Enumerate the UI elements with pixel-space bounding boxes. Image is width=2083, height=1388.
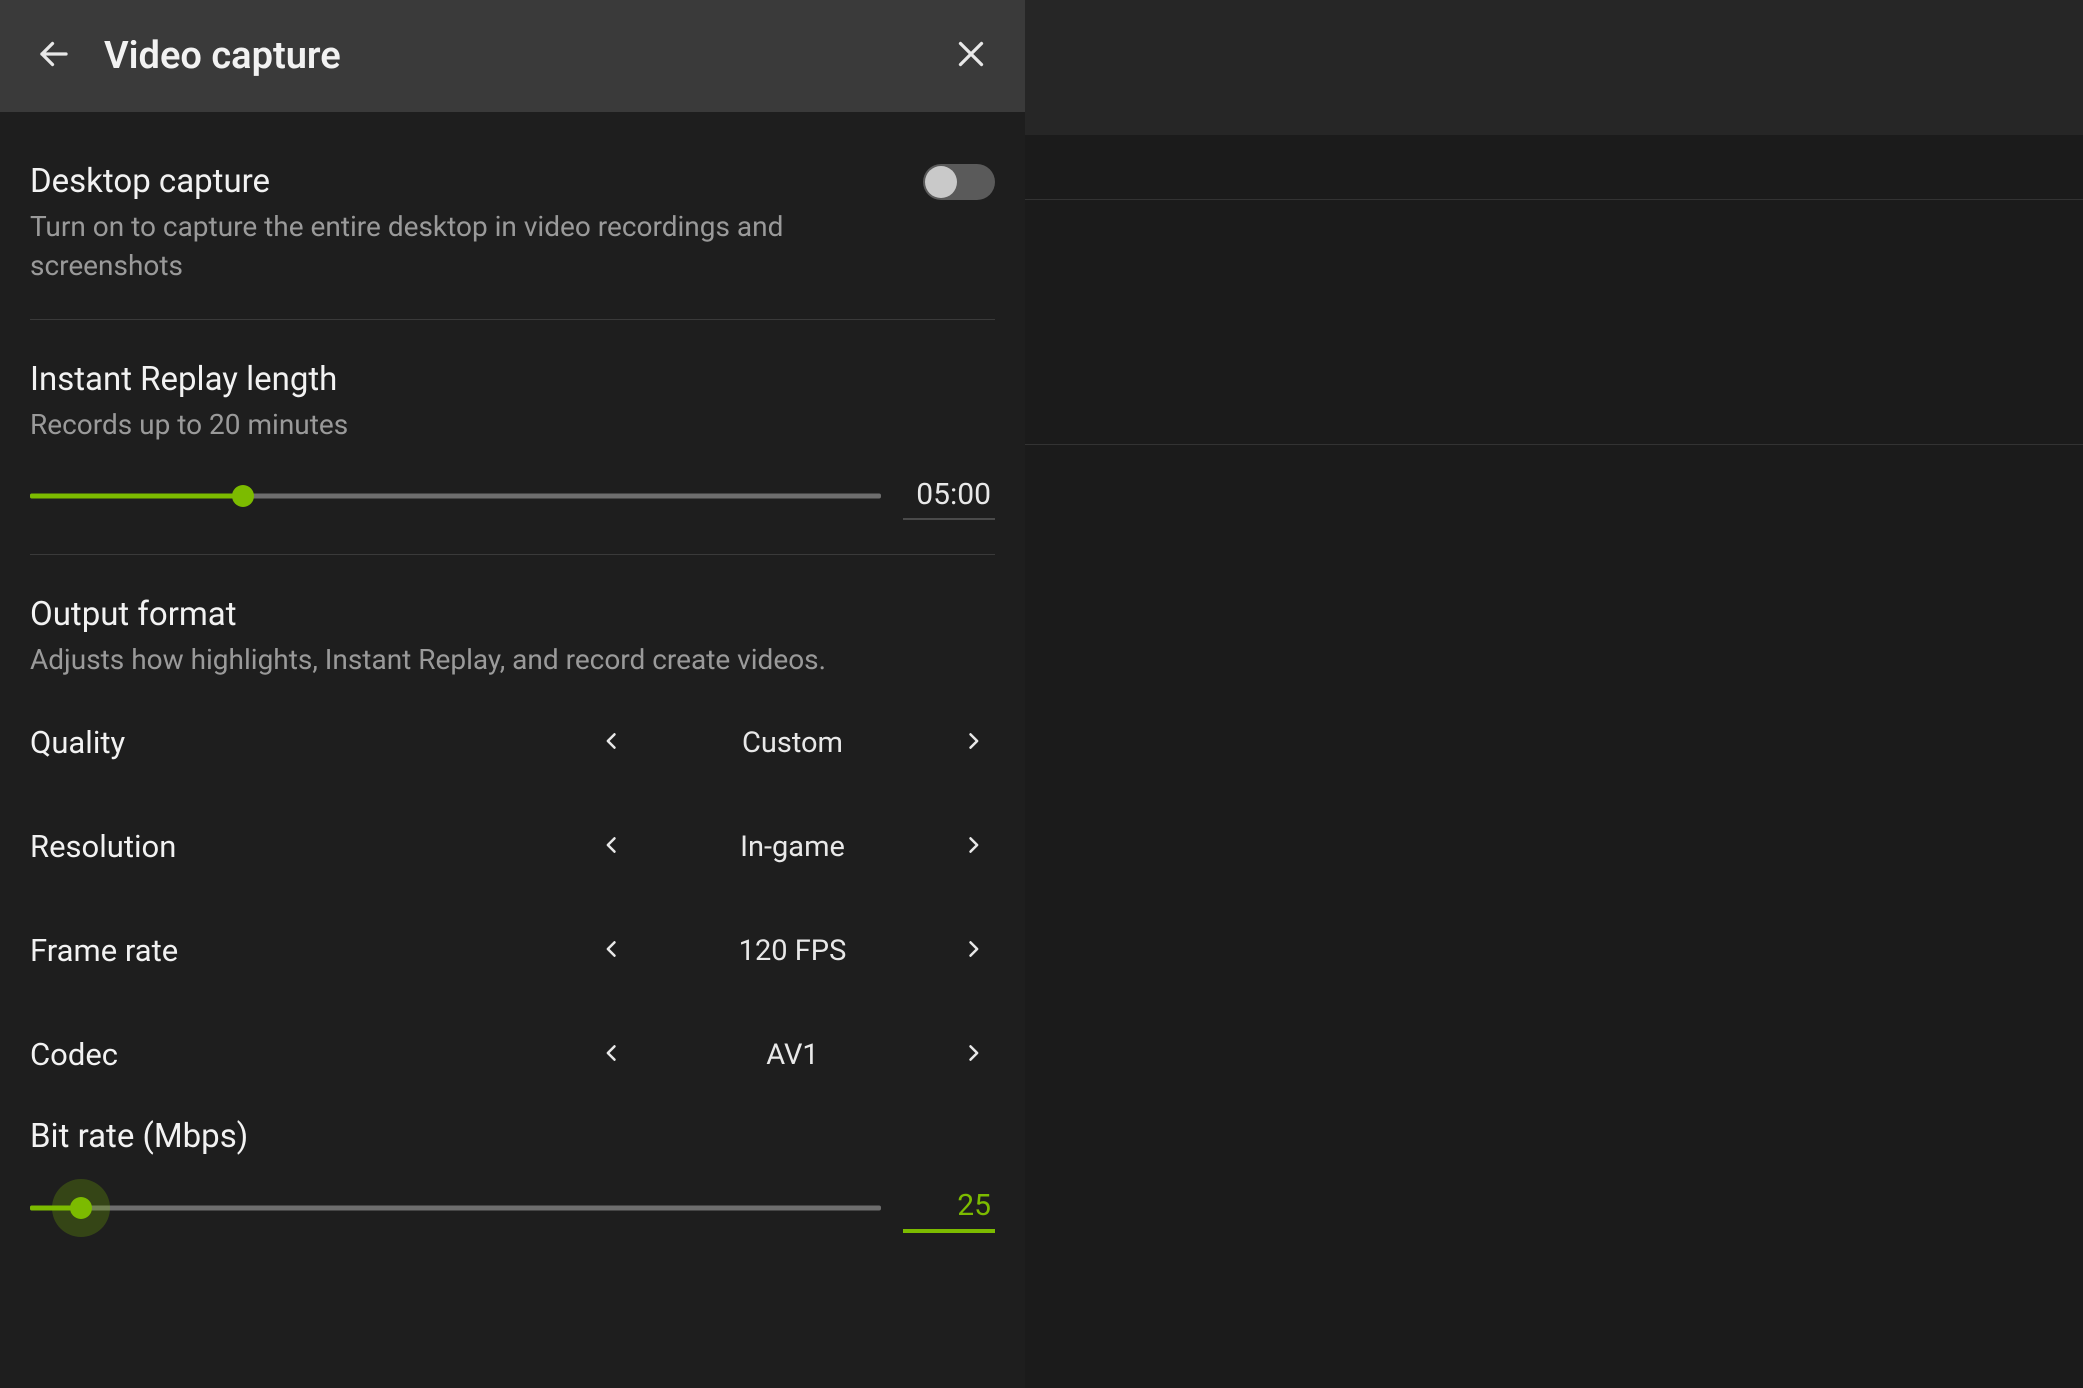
chevron-left-icon xyxy=(602,1038,622,1072)
toggle-knob xyxy=(925,166,957,198)
frame-rate-stepper: 120 FPS xyxy=(590,929,995,973)
close-button[interactable] xyxy=(947,32,995,80)
option-row-resolution: Resolution In-game xyxy=(30,795,995,899)
chevron-left-icon xyxy=(602,726,622,760)
video-capture-panel: Video capture Desktop capture Turn on to… xyxy=(0,0,1025,1388)
chevron-left-icon xyxy=(602,830,622,864)
codec-prev-button[interactable] xyxy=(590,1033,634,1077)
quality-label: Quality xyxy=(30,724,590,761)
chevron-right-icon xyxy=(963,1038,983,1072)
back-button[interactable] xyxy=(30,32,78,80)
codec-stepper: AV1 xyxy=(590,1033,995,1077)
instant-replay-slider[interactable] xyxy=(30,484,881,508)
output-format-desc: Adjusts how highlights, Instant Replay, … xyxy=(30,640,850,679)
resolution-label: Resolution xyxy=(30,828,590,865)
section-bit-rate: Bit rate (Mbps) 25 xyxy=(30,1107,995,1267)
codec-value: AV1 xyxy=(634,1038,951,1072)
quality-value: Custom xyxy=(634,726,951,760)
desktop-capture-title: Desktop capture xyxy=(30,162,893,201)
slider-fill xyxy=(30,494,243,499)
divider xyxy=(30,554,995,555)
chevron-left-icon xyxy=(602,934,622,968)
background-divider xyxy=(1025,199,2083,200)
background-divider xyxy=(1025,444,2083,445)
chevron-right-icon xyxy=(963,830,983,864)
bit-rate-label: Bit rate (Mbps) xyxy=(30,1117,995,1156)
slider-thumb[interactable] xyxy=(70,1197,92,1219)
bit-rate-slider[interactable] xyxy=(30,1196,881,1220)
section-instant-replay: Instant Replay length Records up to 20 m… xyxy=(30,360,995,553)
divider xyxy=(30,319,995,320)
resolution-stepper: In-game xyxy=(590,825,995,869)
section-output-format: Output format Adjusts how highlights, In… xyxy=(30,595,995,691)
slider-track xyxy=(30,1206,881,1211)
instant-replay-value[interactable]: 05:00 xyxy=(903,473,995,520)
instant-replay-title: Instant Replay length xyxy=(30,360,995,399)
instant-replay-desc: Records up to 20 minutes xyxy=(30,405,850,444)
close-icon xyxy=(953,36,989,76)
bit-rate-value[interactable]: 25 xyxy=(903,1184,995,1233)
option-row-codec: Codec AV1 xyxy=(30,1003,995,1107)
resolution-next-button[interactable] xyxy=(951,825,995,869)
desktop-capture-toggle[interactable] xyxy=(923,164,995,200)
panel-body: Desktop capture Turn on to capture the e… xyxy=(0,112,1025,1388)
codec-next-button[interactable] xyxy=(951,1033,995,1077)
panel-header: Video capture xyxy=(0,0,1025,112)
panel-title: Video capture xyxy=(104,34,921,78)
output-format-title: Output format xyxy=(30,595,995,634)
arrow-left-icon xyxy=(36,36,72,76)
quality-prev-button[interactable] xyxy=(590,721,634,765)
chevron-right-icon xyxy=(963,934,983,968)
slider-thumb[interactable] xyxy=(232,485,254,507)
frame-rate-label: Frame rate xyxy=(30,932,590,969)
codec-label: Codec xyxy=(30,1036,590,1073)
desktop-capture-desc: Turn on to capture the entire desktop in… xyxy=(30,207,850,285)
option-row-quality: Quality Custom xyxy=(30,691,995,795)
frame-rate-value: 120 FPS xyxy=(634,934,951,968)
resolution-prev-button[interactable] xyxy=(590,825,634,869)
quality-stepper: Custom xyxy=(590,721,995,765)
chevron-right-icon xyxy=(963,726,983,760)
option-row-frame-rate: Frame rate 120 FPS xyxy=(30,899,995,1003)
quality-next-button[interactable] xyxy=(951,721,995,765)
frame-rate-next-button[interactable] xyxy=(951,929,995,973)
frame-rate-prev-button[interactable] xyxy=(590,929,634,973)
section-desktop-capture: Desktop capture Turn on to capture the e… xyxy=(30,162,995,319)
resolution-value: In-game xyxy=(634,830,951,864)
